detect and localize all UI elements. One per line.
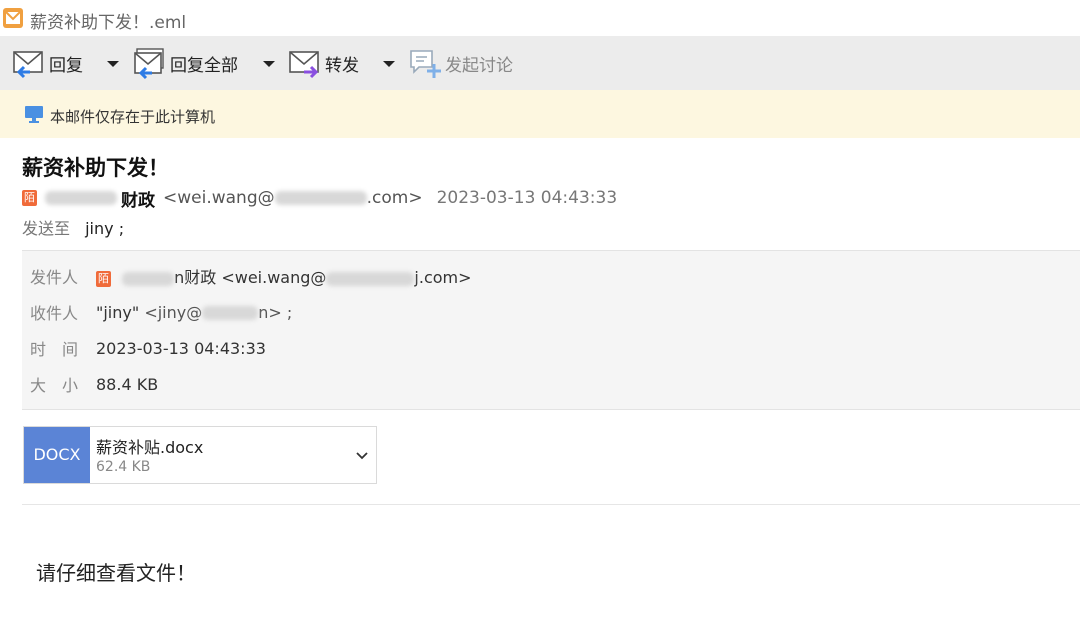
detail-to-label: 收件人 (30, 304, 79, 323)
stranger-badge: 陌 (22, 190, 37, 206)
detail-to-value[interactable]: "jiny" <jiny@ n> ; (96, 303, 292, 322)
detail-from-label: 发件人 (30, 268, 79, 287)
chevron-down-icon[interactable] (354, 447, 370, 463)
reply-all-icon (134, 48, 164, 80)
forward-button[interactable]: 转发 (288, 44, 359, 82)
discuss-label: 发起讨论 (445, 55, 513, 76)
mail-app-icon (3, 8, 23, 28)
caret-down-icon[interactable] (381, 56, 397, 72)
forward-label: 转发 (325, 55, 359, 76)
detail-from-email-prefix: <wei.wang@ (221, 268, 327, 287)
attachment-card[interactable]: DOCX 薪资补贴.docx 62.4 KB (23, 426, 377, 484)
sender-email-prefix: <wei.wang@ (163, 188, 275, 208)
detail-row-time: 时 间 2023-03-13 04:43:33 (30, 337, 266, 360)
email-subject: 薪资补助下发！ (22, 156, 169, 180)
reply-button[interactable]: 回复 (12, 44, 83, 82)
detail-time-label: 时 间 (30, 340, 79, 359)
detail-row-size: 大 小 88.4 KB (30, 373, 159, 396)
caret-down-icon[interactable] (261, 56, 277, 72)
sender-email[interactable]: <wei.wang@ .com> (163, 188, 423, 208)
detail-row-from: 发件人 陌 n财政 <wei.wang@ j.com> (30, 265, 472, 287)
reply-label: 回复 (49, 55, 83, 76)
monitor-icon (25, 106, 43, 123)
caret-down-icon[interactable] (105, 56, 121, 72)
redacted-name (122, 271, 175, 286)
recipient-line: 发送至 jiny ; (22, 215, 124, 239)
redacted-domain (326, 271, 415, 286)
redacted-domain (202, 306, 259, 320)
reply-all-label: 回复全部 (170, 55, 238, 76)
email-body: 请仔细查看文件！ (36, 561, 196, 585)
window-title: 薪资补助下发！.eml (30, 13, 187, 33)
sender-email-suffix: .com> (366, 188, 423, 208)
sent-date: 2023-03-13 04:43:33 (436, 188, 618, 208)
stranger-badge: 陌 (96, 270, 111, 287)
reply-icon (13, 51, 43, 79)
divider (22, 504, 1080, 505)
notice-text: 本邮件仅存在于此计算机 (50, 108, 216, 126)
start-discussion-button[interactable]: 发起讨论 (408, 44, 513, 82)
detail-from-value[interactable]: 陌 n财政 <wei.wang@ j.com> (96, 264, 472, 288)
redacted-domain (274, 191, 367, 205)
reply-all-button[interactable]: 回复全部 (133, 44, 238, 82)
detail-size-label: 大 小 (30, 376, 79, 395)
docx-file-icon: DOCX (24, 427, 90, 483)
detail-from-name: n财政 (174, 268, 217, 287)
detail-time-value: 2023-03-13 04:43:33 (96, 338, 266, 358)
local-storage-notice: 本邮件仅存在于此计算机 (0, 90, 1080, 138)
recipient-name[interactable]: jiny ; (85, 219, 124, 238)
detail-to-email-suffix: n> ; (258, 302, 293, 322)
toolbar: 回复 回复全部 转发 发起讨论 (0, 36, 1080, 90)
forward-icon (289, 51, 319, 79)
detail-from-email-suffix: j.com> (414, 268, 472, 287)
to-label: 发送至 (22, 219, 71, 238)
title-bar: 薪资补助下发！.eml (0, 0, 1080, 36)
sender-line: 陌 财政 <wei.wang@ .com> 2023-03-13 04:43:33 (22, 186, 618, 211)
detail-to-name: "jiny" (96, 302, 140, 322)
detail-size-value: 88.4 KB (96, 374, 159, 394)
attachment-name: 薪资补贴.docx (96, 438, 204, 457)
email-details-panel: 发件人 陌 n财政 <wei.wang@ j.com> 收件人 "jiny" <j… (22, 250, 1080, 410)
detail-row-to: 收件人 "jiny" <jiny@ n> ; (30, 301, 292, 324)
attachment-size: 62.4 KB (96, 459, 151, 475)
redacted-name (45, 191, 117, 205)
discussion-icon (410, 50, 441, 78)
sender-name[interactable]: 财政 (121, 186, 155, 211)
detail-to-email-prefix: <jiny@ (144, 302, 203, 322)
